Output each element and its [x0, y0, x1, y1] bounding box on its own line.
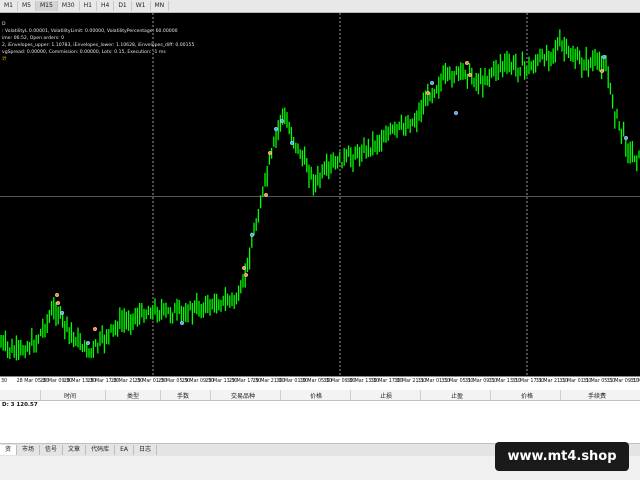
- column-divider: [490, 390, 491, 400]
- column-header-8[interactable]: 手续费: [588, 391, 606, 400]
- timeframe-mn-button[interactable]: MN: [151, 1, 170, 11]
- terminal-tab-3[interactable]: 文章: [63, 445, 87, 455]
- trade-marker-icon[interactable]: [426, 90, 431, 95]
- info-line: : VolatilityL 0.00001, VolatilityLimit: …: [2, 29, 178, 34]
- column-header-1[interactable]: 类型: [127, 391, 139, 400]
- column-divider: [160, 390, 161, 400]
- timeframe-w1-button[interactable]: W1: [132, 1, 151, 11]
- trade-marker-icon[interactable]: [600, 69, 605, 74]
- info-line: D: [2, 22, 6, 27]
- trade-marker-icon[interactable]: [268, 150, 273, 155]
- info-line: ime: 06:52, Open orders: 0: [2, 36, 65, 41]
- column-header-4[interactable]: 价格: [310, 391, 322, 400]
- price-chart[interactable]: D : VolatilityL 0.00001, VolatilityLimit…: [0, 13, 640, 376]
- trade-marker-icon[interactable]: [280, 118, 285, 123]
- trade-marker-icon[interactable]: [454, 110, 459, 115]
- column-header-2[interactable]: 手数: [177, 391, 189, 400]
- timeframe-h4-button[interactable]: H4: [97, 1, 115, 11]
- trade-marker-icon[interactable]: [430, 80, 435, 85]
- column-divider: [280, 390, 281, 400]
- timeframe-m5-button[interactable]: M5: [18, 1, 36, 11]
- column-divider: [40, 390, 41, 400]
- trade-marker-icon[interactable]: [241, 265, 246, 270]
- trade-marker-icon[interactable]: [624, 135, 629, 140]
- trade-marker-icon[interactable]: [249, 232, 254, 237]
- time-axis-label: 30: [1, 379, 8, 384]
- trade-marker-icon[interactable]: [56, 301, 61, 306]
- timeframe-h1-button[interactable]: H1: [80, 1, 97, 11]
- column-divider: [560, 390, 561, 400]
- terminal-tab-2[interactable]: 信号: [40, 445, 64, 455]
- trade-marker-icon[interactable]: [290, 140, 295, 145]
- balance-row: D: 3 120.57: [0, 401, 640, 410]
- trade-marker-icon[interactable]: [468, 73, 473, 78]
- info-line: 计: [2, 57, 7, 62]
- column-divider: [210, 390, 211, 400]
- info-line: 2, iEnvelopes_upper: 1.10783, iEnvelopes…: [2, 43, 195, 48]
- column-divider: [350, 390, 351, 400]
- terminal-tab-5[interactable]: EA: [115, 445, 134, 455]
- column-header-5[interactable]: 止损: [380, 391, 392, 400]
- terminal-column-header: 时间 类型 手数 交易品种 价格 止损 止盈 价格 手续费: [0, 390, 640, 401]
- terminal-tab-0[interactable]: 资: [0, 445, 18, 455]
- trade-marker-icon[interactable]: [602, 55, 607, 60]
- balance-text: D: 3 120.57: [2, 402, 38, 408]
- column-divider: [105, 390, 106, 400]
- watermark-logo: www.mt4.shop: [495, 442, 629, 471]
- trade-marker-icon[interactable]: [465, 61, 470, 66]
- trade-marker-icon[interactable]: [264, 192, 269, 197]
- column-header-6[interactable]: 止盈: [451, 391, 463, 400]
- trade-marker-icon[interactable]: [60, 311, 65, 316]
- timeframe-m30-button[interactable]: M30: [58, 1, 80, 11]
- timeframe-m1-button[interactable]: M1: [0, 1, 18, 11]
- candlestick-chart[interactable]: [0, 13, 640, 376]
- terminal-tab-4[interactable]: 代码库: [86, 445, 116, 455]
- column-header-0[interactable]: 时间: [64, 391, 76, 400]
- trade-marker-icon[interactable]: [243, 273, 248, 278]
- column-divider: [420, 390, 421, 400]
- column-header-7[interactable]: 价格: [521, 391, 533, 400]
- terminal-tab-1[interactable]: 市场: [17, 445, 41, 455]
- terminal-body: [0, 410, 640, 444]
- trade-marker-icon[interactable]: [179, 321, 184, 326]
- timeframe-d1-button[interactable]: D1: [114, 1, 132, 11]
- info-line: vgSpread: 0.00000, Commission: 0.00000, …: [2, 50, 166, 55]
- trade-marker-icon[interactable]: [55, 293, 60, 298]
- ea-info-panel: D : VolatilityL 0.00001, VolatilityLimit…: [2, 21, 194, 63]
- trade-marker-icon[interactable]: [274, 126, 279, 131]
- terminal-tab-6[interactable]: 日志: [134, 445, 157, 455]
- timeframe-m15-button[interactable]: M15: [36, 1, 58, 11]
- time-axis-label: 31 Mar 13: [630, 379, 640, 384]
- column-header-3[interactable]: 交易品种: [231, 391, 255, 400]
- timeframe-toolbar: M1 M5 M15 M30 H1 H4 D1 W1 MN: [0, 0, 640, 13]
- time-axis: 30 28 Mar 05:30 28 Mar 09:30 28 Mar 13:30 28…: [0, 376, 640, 391]
- trade-marker-icon[interactable]: [85, 341, 90, 346]
- trade-marker-icon[interactable]: [92, 327, 97, 332]
